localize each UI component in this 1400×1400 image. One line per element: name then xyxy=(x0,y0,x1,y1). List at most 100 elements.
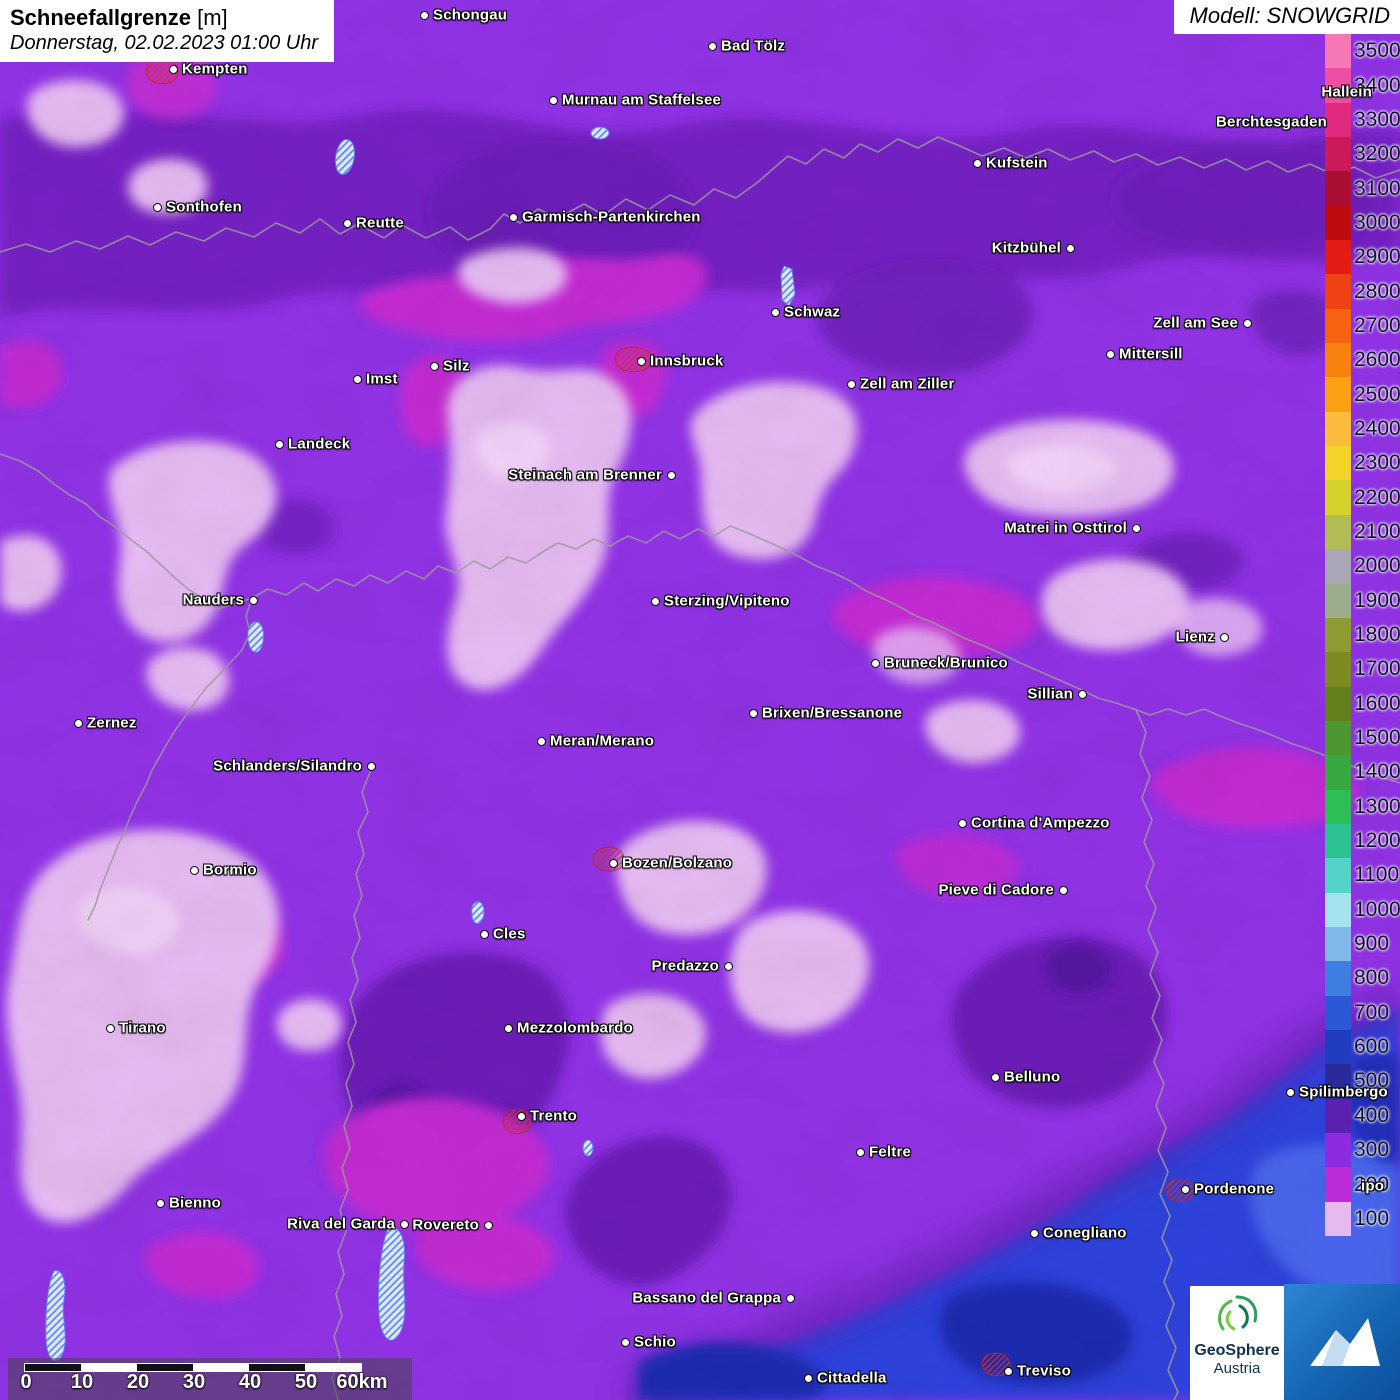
scale-label-10: 10 xyxy=(71,1371,93,1394)
city-label-bad-t-lz: Bad Tölz xyxy=(721,38,785,55)
city-label-cortina-d-ampezzo: Cortina d'Ampezzo xyxy=(971,815,1110,832)
scale-label-60km: 60km xyxy=(336,1371,387,1394)
geosphere-logo-icon xyxy=(1211,1290,1263,1342)
city-dot-zell-am-ziller xyxy=(847,380,856,389)
city-label-reutte: Reutte xyxy=(356,215,404,232)
city-label-trento: Trento xyxy=(530,1108,577,1125)
city-dot-conegliano xyxy=(1030,1229,1039,1238)
city-label-meran-merano: Meran/Merano xyxy=(550,733,654,750)
city-dot-cortina-d-ampezzo xyxy=(958,819,967,828)
city-label-kempten: Kempten xyxy=(182,61,248,78)
city-label-zernez: Zernez xyxy=(87,715,137,732)
city-label-sonthofen: Sonthofen xyxy=(166,199,242,216)
city-layer: Schongau Bad Tölz Kempten Murnau am Staffel… xyxy=(0,0,1400,1400)
city-label-cittadella: Cittadella xyxy=(817,1370,887,1387)
city-label-bassano-del-grappa: Bassano del Grappa xyxy=(632,1290,781,1307)
city-dot-nauders xyxy=(249,596,258,605)
city-label-innsbruck: Innsbruck xyxy=(650,353,723,370)
city-label-bienno: Bienno xyxy=(169,1195,221,1212)
city-label-zell-am-ziller: Zell am Ziller xyxy=(860,376,955,393)
geosphere-logo-subtext: Austria xyxy=(1190,1360,1284,1377)
city-label-schongau: Schongau xyxy=(433,7,507,24)
city-dot-sonthofen xyxy=(153,203,162,212)
city-dot-kitzb-hel xyxy=(1066,244,1075,253)
city-dot-bozen-bolzano xyxy=(609,859,618,868)
scale-numbers: 0102030405060km xyxy=(8,1371,412,1397)
city-label-spilimbergo: Spilimbergo xyxy=(1299,1084,1388,1101)
city-dot-kempten xyxy=(169,65,178,74)
mountain-logo xyxy=(1284,1284,1400,1400)
city-label-feltre: Feltre xyxy=(869,1144,911,1161)
city-label-murnau-am-staffelsee: Murnau am Staffelsee xyxy=(562,92,721,109)
city-dot-innsbruck xyxy=(637,357,646,366)
city-dot-zernez xyxy=(74,719,83,728)
city-label-mittersill: Mittersill xyxy=(1119,346,1183,363)
city-dot-reutte xyxy=(343,219,352,228)
city-label-rovereto: Rovereto xyxy=(412,1217,479,1234)
city-label-hallein: Hallein xyxy=(1321,84,1372,101)
city-dot-silz xyxy=(430,362,439,371)
city-dot-sterzing-vipiteno xyxy=(651,597,660,606)
city-dot-bruneck-brunico xyxy=(871,659,880,668)
city-dot-rovereto xyxy=(484,1221,493,1230)
city-label-bruneck-brunico: Bruneck/Brunico xyxy=(884,655,1008,672)
city-label-lienz: Lienz xyxy=(1176,629,1215,646)
city-dot-feltre xyxy=(856,1148,865,1157)
city-label-riva-del-garda: Riva del Garda xyxy=(287,1216,395,1233)
mountain-icon xyxy=(1284,1284,1400,1400)
city-label-sterzing-vipiteno: Sterzing/Vipiteno xyxy=(664,593,790,610)
map-title-line: Schneefallgrenze [m] xyxy=(10,5,318,31)
model-label: Modell: SNOWGRID xyxy=(1174,0,1400,34)
city-dot-spilimbergo xyxy=(1286,1088,1295,1097)
scale-stripe xyxy=(249,1364,305,1371)
city-dot-schwaz xyxy=(771,308,780,317)
city-dot-predazzo xyxy=(724,962,733,971)
map-title: Schneefallgrenze xyxy=(10,5,191,30)
city-label-kufstein: Kufstein xyxy=(986,155,1048,172)
city-label-tirano: Tirano xyxy=(119,1020,166,1037)
city-dot-mittersill xyxy=(1106,350,1115,359)
city-label-cles: Cles xyxy=(493,926,526,943)
city-dot-schongau xyxy=(420,11,429,20)
geosphere-logo: GeoSphere Austria xyxy=(1190,1286,1284,1400)
city-label-schio: Schio xyxy=(634,1334,676,1351)
city-dot-steinach-am-brenner xyxy=(667,471,676,480)
city-label-bozen-bolzano: Bozen/Bolzano xyxy=(622,855,732,872)
city-dot-schio xyxy=(621,1338,630,1347)
scale-label-30: 30 xyxy=(183,1371,205,1394)
city-label-treviso: Treviso xyxy=(1017,1363,1071,1380)
city-dot-schlanders-silandro xyxy=(367,762,376,771)
city-label-pieve-di-cadore: Pieve di Cadore xyxy=(938,882,1054,899)
map-unit: [m] xyxy=(197,5,228,30)
city-dot-pieve-di-cadore xyxy=(1059,886,1068,895)
city-label-conegliano: Conegliano xyxy=(1043,1225,1127,1242)
city-dot-sillian xyxy=(1078,690,1087,699)
city-label-sillian: Sillian xyxy=(1027,686,1073,703)
scale-stripe xyxy=(193,1364,249,1371)
title-box: Schneefallgrenze [m] Donnerstag, 02.02.2… xyxy=(0,0,334,62)
map-datetime: Donnerstag, 02.02.2023 01:00 Uhr xyxy=(10,31,318,55)
city-label-predazzo: Predazzo xyxy=(652,958,719,975)
city-dot-imst xyxy=(353,375,362,384)
city-dot-cittadella xyxy=(804,1374,813,1383)
scale-label-40: 40 xyxy=(239,1371,261,1394)
city-dot-cles xyxy=(480,930,489,939)
city-label-nauders: Nauders xyxy=(183,592,244,609)
geosphere-logo-text: GeoSphere xyxy=(1190,1342,1284,1360)
city-label-matrei-in-osttirol: Matrei in Osttirol xyxy=(1004,520,1127,537)
city-dot-bad-t-lz xyxy=(708,42,717,51)
city-dot-lienz xyxy=(1220,633,1229,642)
city-dot-bienno xyxy=(156,1199,165,1208)
city-dot-pordenone xyxy=(1181,1185,1190,1194)
scale-stripe xyxy=(137,1364,193,1371)
weather-map: Schongau Bad Tölz Kempten Murnau am Staffel… xyxy=(0,0,1400,1400)
city-dot-treviso xyxy=(1004,1367,1013,1376)
city-dot-landeck xyxy=(275,440,284,449)
city-dot-murnau-am-staffelsee xyxy=(549,96,558,105)
city-dot-meran-merano xyxy=(537,737,546,746)
scale-stripe xyxy=(305,1364,361,1371)
city-dot-kufstein xyxy=(973,159,982,168)
scale-stripe xyxy=(81,1364,137,1371)
city-dot-garmisch-partenkirchen xyxy=(509,213,518,222)
city-dot-brixen-bressanone xyxy=(749,709,758,718)
